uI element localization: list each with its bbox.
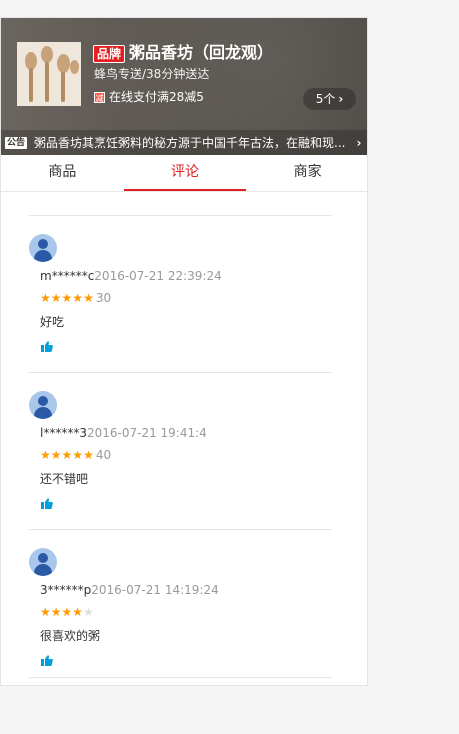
star-icon: ★ (83, 291, 94, 305)
thumb-up-icon[interactable] (41, 498, 53, 509)
review-meta: l******32016-07-21 19:41:4 (40, 426, 207, 440)
star-icon: ★ (50, 291, 62, 305)
notice-text: 粥品香坊其烹饪粥料的秘方源于中国千年古法，在融和现... (34, 136, 346, 150)
notice-bar[interactable]: 公告 粥品香坊其烹饪粥料的秘方源于中国千年古法，在融和现... › (1, 130, 367, 155)
tab-goods[interactable]: 商品 (1, 155, 124, 191)
star-icon: ★ (72, 605, 84, 619)
promo-count-button[interactable]: 5个 › (303, 88, 356, 110)
discount-icon: 减 (94, 92, 105, 103)
review-meta: m******c2016-07-21 22:39:24 (40, 269, 222, 283)
star-icon: ★ (50, 605, 62, 619)
promo-count-label: 5个 (315, 92, 336, 106)
avatar[interactable] (29, 234, 57, 262)
rating-stars: ★★★★★ 30 (40, 291, 111, 305)
star-icon: ★ (61, 605, 73, 619)
chevron-right-icon: › (338, 92, 344, 106)
review-item: 3******p2016-07-21 14:19:24 ★★★★★ 很喜欢的粥 (29, 529, 332, 678)
avatar[interactable] (29, 391, 57, 419)
thumb-up-icon[interactable] (41, 655, 53, 666)
tab-seller[interactable]: 商家 (246, 155, 367, 191)
tab-ratings[interactable]: 评论 (123, 155, 247, 191)
review-user: 3******p (40, 583, 92, 597)
avatar[interactable] (29, 548, 57, 576)
review-content: 还不错吧 (40, 472, 89, 486)
review-item: m******c2016-07-21 22:39:24 ★★★★★ 30 好吃 (29, 215, 332, 372)
rating-stars: ★★★★★ (40, 605, 96, 619)
review-user: l******3 (40, 426, 87, 440)
star-icon: ★ (83, 448, 94, 462)
promo-text: 在线支付满28减5 (109, 90, 204, 104)
review-list: m******c2016-07-21 22:39:24 ★★★★★ 30 好吃 l… (29, 215, 332, 678)
review-content: 很喜欢的粥 (40, 629, 101, 643)
star-icon: ★ (72, 448, 84, 462)
shop-header: 品牌 粥品香坊（回龙观） 蜂鸟专送/38分钟送达 减 在线支付满28减5 5个 ›… (1, 18, 367, 155)
thumb-up-icon[interactable] (41, 341, 53, 352)
review-time: 2016-07-21 19:41:4 (86, 426, 207, 440)
star-icon: ★ (83, 605, 94, 619)
star-icon: ★ (40, 605, 51, 619)
tab-bar: 商品 评论 商家 (1, 155, 367, 192)
brand-badge: 品牌 (93, 45, 126, 63)
star-icon: ★ (61, 448, 73, 462)
star-icon: ★ (72, 291, 84, 305)
chevron-right-icon: › (356, 135, 362, 150)
notice-tag: 公告 (5, 136, 28, 149)
review-user: m******c (40, 269, 95, 283)
review-score: 40 (95, 448, 112, 462)
review-meta: 3******p2016-07-21 14:19:24 (40, 583, 219, 597)
review-time: 2016-07-21 22:39:24 (94, 269, 222, 283)
shop-avatar[interactable] (17, 42, 81, 106)
star-icon: ★ (40, 448, 51, 462)
star-icon: ★ (50, 448, 62, 462)
delivery-info: 蜂鸟专送/38分钟送达 (94, 67, 210, 81)
shop-name: 粥品香坊（回龙观） (129, 43, 274, 62)
star-icon: ★ (61, 291, 73, 305)
review-score: 30 (95, 291, 112, 305)
rating-stars: ★★★★★ 40 (40, 448, 111, 462)
shop-page: 品牌 粥品香坊（回龙观） 蜂鸟专送/38分钟送达 减 在线支付满28减5 5个 ›… (0, 17, 368, 686)
star-icon: ★ (40, 291, 51, 305)
promo-line: 减 在线支付满28减5 (94, 90, 204, 105)
review-time: 2016-07-21 14:19:24 (91, 583, 219, 597)
review-item: l******32016-07-21 19:41:4 ★★★★★ 40 还不错吧 (29, 372, 332, 529)
review-content: 好吃 (40, 315, 65, 329)
